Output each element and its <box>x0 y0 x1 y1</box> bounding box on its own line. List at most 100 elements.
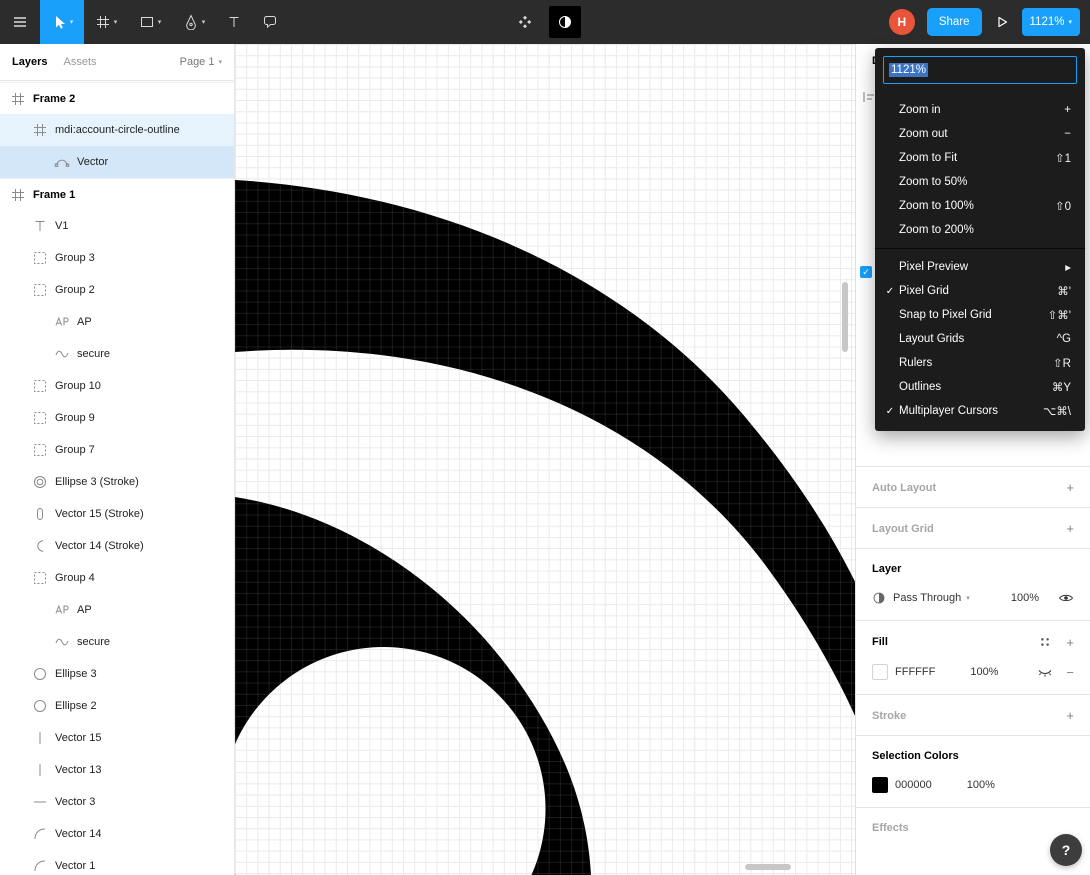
comment-tool-button[interactable] <box>252 0 288 44</box>
page-selector[interactable]: Page 1 ▾ <box>180 56 222 68</box>
layer-row[interactable]: Group 10 <box>0 370 234 402</box>
layer-row[interactable]: Vector 1 <box>0 850 234 875</box>
layer-name: secure <box>77 348 111 360</box>
remove-fill-button[interactable]: − <box>1066 666 1074 679</box>
zoom-menu-button[interactable]: 1121% ▾ <box>1021 8 1080 36</box>
menu-item-zoom-in[interactable]: Zoom in + <box>875 98 1085 122</box>
text-tool-button[interactable] <box>216 0 252 44</box>
layer-row[interactable]: Vector 14 <box>0 818 234 850</box>
vector-artwork[interactable] <box>235 44 855 875</box>
menu-item-shortcut: + <box>1064 104 1071 116</box>
comment-bubble-icon <box>264 16 276 29</box>
move-tool-button[interactable]: ▾ <box>40 0 84 44</box>
layer-row[interactable]: mdi:account-circle-outline <box>0 114 234 146</box>
checkbox-checked-fragment[interactable]: ✓ <box>860 266 872 278</box>
pen-tool-button[interactable]: ▾ <box>172 0 216 44</box>
chevron-down-icon: ▾ <box>201 19 206 26</box>
fill-hex-value[interactable]: FFFFFF <box>895 666 935 678</box>
layer-type-icon <box>32 762 48 778</box>
menu-item-rulers[interactable]: Rulers ⇧R <box>875 351 1085 375</box>
menu-item-zoom-to-50-[interactable]: Zoom to 50% <box>875 170 1085 194</box>
add-stroke-button[interactable]: + <box>1066 709 1074 722</box>
layer-row[interactable]: Vector 3 <box>0 786 234 818</box>
layer-row[interactable]: Group 7 <box>0 434 234 466</box>
layer-row[interactable]: Group 2 <box>0 274 234 306</box>
menu-item-label: Zoom to 50% <box>899 176 968 188</box>
menu-item-shortcut: ^G <box>1056 333 1071 345</box>
add-auto-layout-button[interactable]: + <box>1066 481 1074 494</box>
horizontal-scrollbar[interactable] <box>745 864 791 870</box>
layer-type-icon <box>54 154 70 170</box>
layer-row[interactable]: Vector 15 (Stroke) <box>0 498 234 530</box>
layer-name: Vector 15 (Stroke) <box>55 508 144 520</box>
layer-name: Vector 13 <box>55 764 102 776</box>
avatar[interactable]: H <box>888 9 915 35</box>
main-menu-button[interactable] <box>0 0 40 44</box>
layer-row[interactable]: Group 9 <box>0 402 234 434</box>
chevron-down-icon: ▾ <box>966 595 970 602</box>
shape-tool-button[interactable]: ▾ <box>128 0 172 44</box>
layer-row[interactable]: Vector 13 <box>0 754 234 786</box>
tab-assets[interactable]: Assets <box>63 56 96 68</box>
layer-type-icon <box>10 187 26 203</box>
zoom-input[interactable]: 1121% <box>883 56 1077 84</box>
menu-item-outlines[interactable]: Outlines ⌘Y <box>875 375 1085 399</box>
layer-row[interactable]: Vector 15 <box>0 722 234 754</box>
blend-mode-select[interactable]: Pass Through ▾ <box>893 592 970 604</box>
layer-row[interactable]: Group 4 <box>0 562 234 594</box>
layout-grid-title: Layout Grid <box>872 522 934 535</box>
menu-item-zoom-out[interactable]: Zoom out − <box>875 122 1085 146</box>
layer-row[interactable]: AP <box>0 594 234 626</box>
layer-row[interactable]: Frame 1 <box>0 178 234 210</box>
layer-name: Group 7 <box>55 444 95 456</box>
mask-button[interactable] <box>549 6 581 38</box>
menu-item-zoom-to-fit[interactable]: Zoom to Fit ⇧1 <box>875 146 1085 170</box>
help-button[interactable]: ? <box>1050 834 1082 866</box>
layer-row[interactable]: secure <box>0 338 234 370</box>
layer-name: Frame 2 <box>33 92 76 105</box>
layer-row[interactable]: Vector <box>0 146 234 178</box>
menu-item-zoom-to-100-[interactable]: Zoom to 100% ⇧0 <box>875 194 1085 218</box>
blend-mode-icon <box>873 592 885 604</box>
selection-color-swatch[interactable] <box>872 777 888 793</box>
layer-row[interactable]: Group 3 <box>0 242 234 274</box>
menu-item-label: Pixel Preview <box>899 261 969 273</box>
add-layout-grid-button[interactable]: + <box>1066 522 1074 535</box>
layer-row[interactable]: V1 <box>0 210 234 242</box>
layer-name: mdi:account-circle-outline <box>55 124 180 136</box>
canvas[interactable] <box>235 44 855 875</box>
tab-layers[interactable]: Layers <box>12 56 47 68</box>
menu-item-snap-to-pixel-grid[interactable]: Snap to Pixel Grid ⇧⌘' <box>875 303 1085 327</box>
move-cursor-icon <box>55 16 65 29</box>
menu-item-layout-grids[interactable]: Layout Grids ^G <box>875 327 1085 351</box>
styles-icon[interactable] <box>1038 635 1052 649</box>
selection-color-hex[interactable]: 000000 <box>895 779 932 791</box>
hidden-eye-icon[interactable] <box>1037 664 1053 680</box>
fill-opacity-value[interactable]: 100% <box>970 666 998 678</box>
layer-row[interactable]: Ellipse 2 <box>0 690 234 722</box>
menu-item-zoom-to-200-[interactable]: Zoom to 200% <box>875 218 1085 242</box>
layer-type-icon <box>54 634 70 650</box>
fill-color-swatch[interactable] <box>872 664 888 680</box>
layer-name: secure <box>77 636 111 648</box>
layer-row[interactable]: Ellipse 3 (Stroke) <box>0 466 234 498</box>
present-button[interactable] <box>994 14 1010 30</box>
component-button[interactable] <box>509 6 541 38</box>
layer-name: AP <box>77 604 92 616</box>
layer-row[interactable]: Vector 14 (Stroke) <box>0 530 234 562</box>
selection-tools <box>509 0 581 44</box>
align-left-icon[interactable] <box>862 90 876 104</box>
share-button[interactable]: Share <box>926 8 982 36</box>
vertical-scrollbar[interactable] <box>842 282 848 352</box>
layer-row[interactable]: Ellipse 3 <box>0 658 234 690</box>
menu-item-multiplayer-cursors[interactable]: ✓ Multiplayer Cursors ⌥⌘\ <box>875 399 1085 423</box>
layer-visibility-toggle[interactable] <box>1058 590 1074 606</box>
layer-row[interactable]: secure <box>0 626 234 658</box>
layer-row[interactable]: AP <box>0 306 234 338</box>
menu-item-pixel-grid[interactable]: ✓ Pixel Grid ⌘' <box>875 279 1085 303</box>
menu-item-pixel-preview[interactable]: Pixel Preview ▸ <box>875 255 1085 279</box>
layer-row[interactable]: Frame 2 <box>0 82 234 114</box>
frame-tool-button[interactable]: ▾ <box>84 0 128 44</box>
add-fill-button[interactable]: + <box>1066 636 1074 649</box>
layer-opacity-value[interactable]: 100% <box>1011 592 1039 604</box>
